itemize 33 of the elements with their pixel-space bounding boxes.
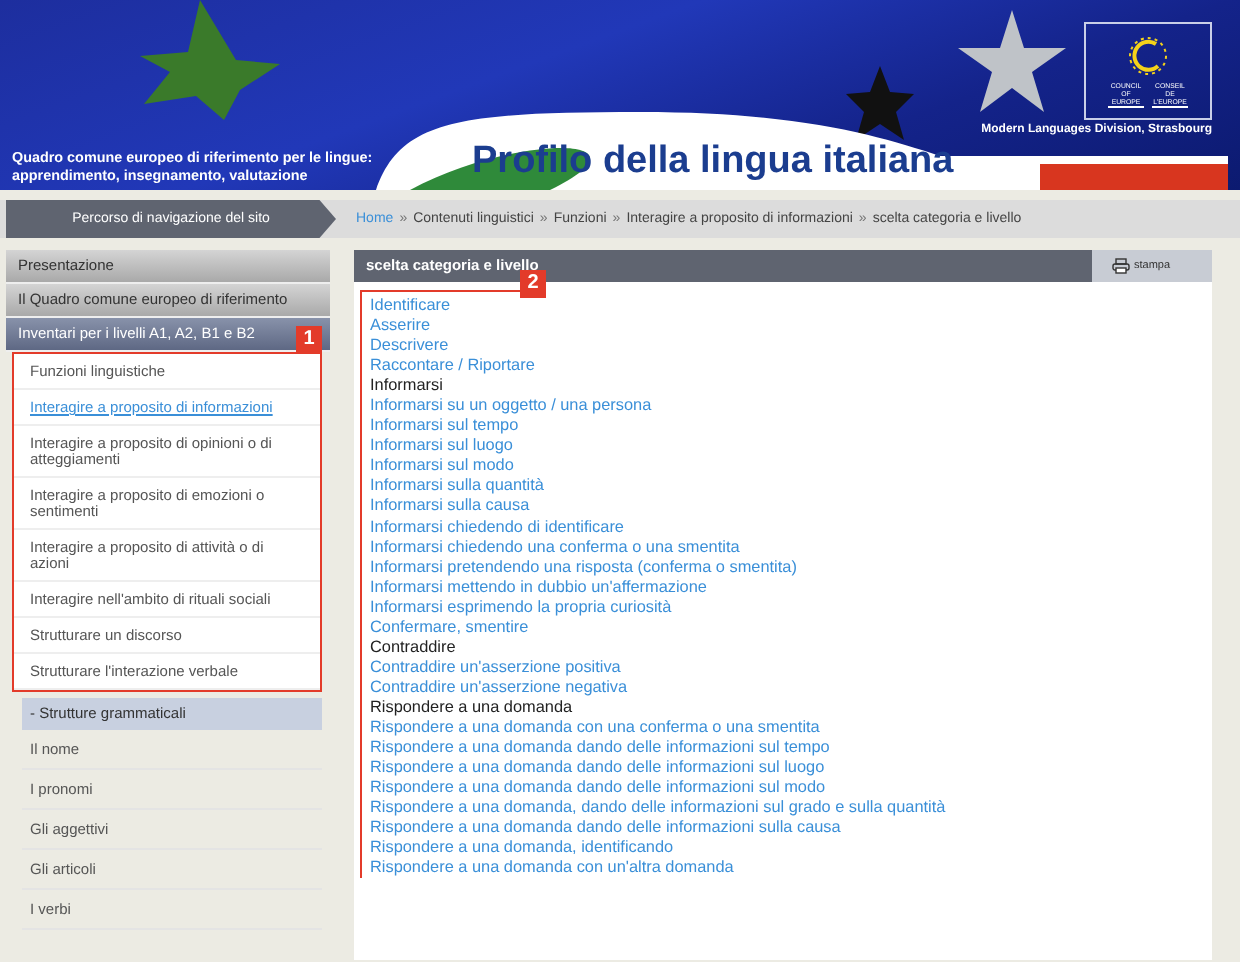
- category-link[interactable]: Raccontare / Riportare: [370, 356, 946, 377]
- category-link[interactable]: Informarsi mettendo in dubbio un'affermazione: [370, 577, 946, 598]
- category-link[interactable]: Informarsi sul luogo: [370, 436, 946, 457]
- category-link[interactable]: Rispondere a una domanda dando delle informazioni sul modo: [370, 778, 946, 799]
- category-link[interactable]: Informarsi sul tempo: [370, 416, 946, 437]
- category-link[interactable]: Informarsi chiedendo una conferma o una smentita: [370, 537, 946, 558]
- category-link[interactable]: Descrivere: [370, 336, 946, 357]
- category-link[interactable]: Confermare, smentire: [370, 617, 946, 638]
- category-link[interactable]: Contraddire un'asserzione positiva: [370, 657, 946, 678]
- category-link[interactable]: Rispondere a una domanda con una conferma o una smentita: [370, 717, 946, 739]
- printer-icon: [1112, 258, 1130, 274]
- category-link[interactable]: Identificare: [370, 296, 946, 317]
- category-link[interactable]: Informarsi sulla causa: [370, 496, 946, 518]
- category-link[interactable]: Informarsi sul modo: [370, 456, 946, 477]
- category-link[interactable]: Asserire: [370, 316, 946, 337]
- category-link[interactable]: Rispondere a una domanda con un'altra domanda: [370, 858, 946, 879]
- category-link[interactable]: Informarsi su un oggetto / una persona: [370, 396, 946, 417]
- category-link[interactable]: Informarsi esprimendo la propria curiosità: [370, 597, 946, 618]
- category-heading: Contraddire: [370, 637, 458, 658]
- annotation-badge: 2: [520, 270, 546, 298]
- category-heading: Informarsi: [370, 376, 445, 397]
- category-link[interactable]: Rispondere a una domanda dando delle informazioni sul tempo: [370, 738, 946, 759]
- category-link[interactable]: Rispondere a una domanda, dando delle informazioni sul grado e sulla quantità: [370, 798, 946, 819]
- category-link[interactable]: Rispondere a una domanda dando delle informazioni sul luogo: [370, 758, 946, 779]
- category-link[interactable]: Rispondere a una domanda dando delle informazioni sulla causa: [370, 818, 946, 839]
- category-link[interactable]: Rispondere a una domanda, identificando: [370, 838, 946, 859]
- category-link[interactable]: Informarsi chiedendo di identificare: [370, 517, 946, 538]
- circle-of-stars-icon: [1124, 32, 1172, 80]
- annotation-badge: 1: [296, 326, 322, 354]
- category-link[interactable]: Informarsi pretendendo una risposta (conferma o smentita): [370, 557, 946, 578]
- category-link[interactable]: Contraddire un'asserzione negativa: [370, 677, 946, 698]
- category-heading: Rispondere a una domanda: [370, 697, 575, 718]
- category-link[interactable]: Informarsi sulla quantità: [370, 476, 946, 497]
